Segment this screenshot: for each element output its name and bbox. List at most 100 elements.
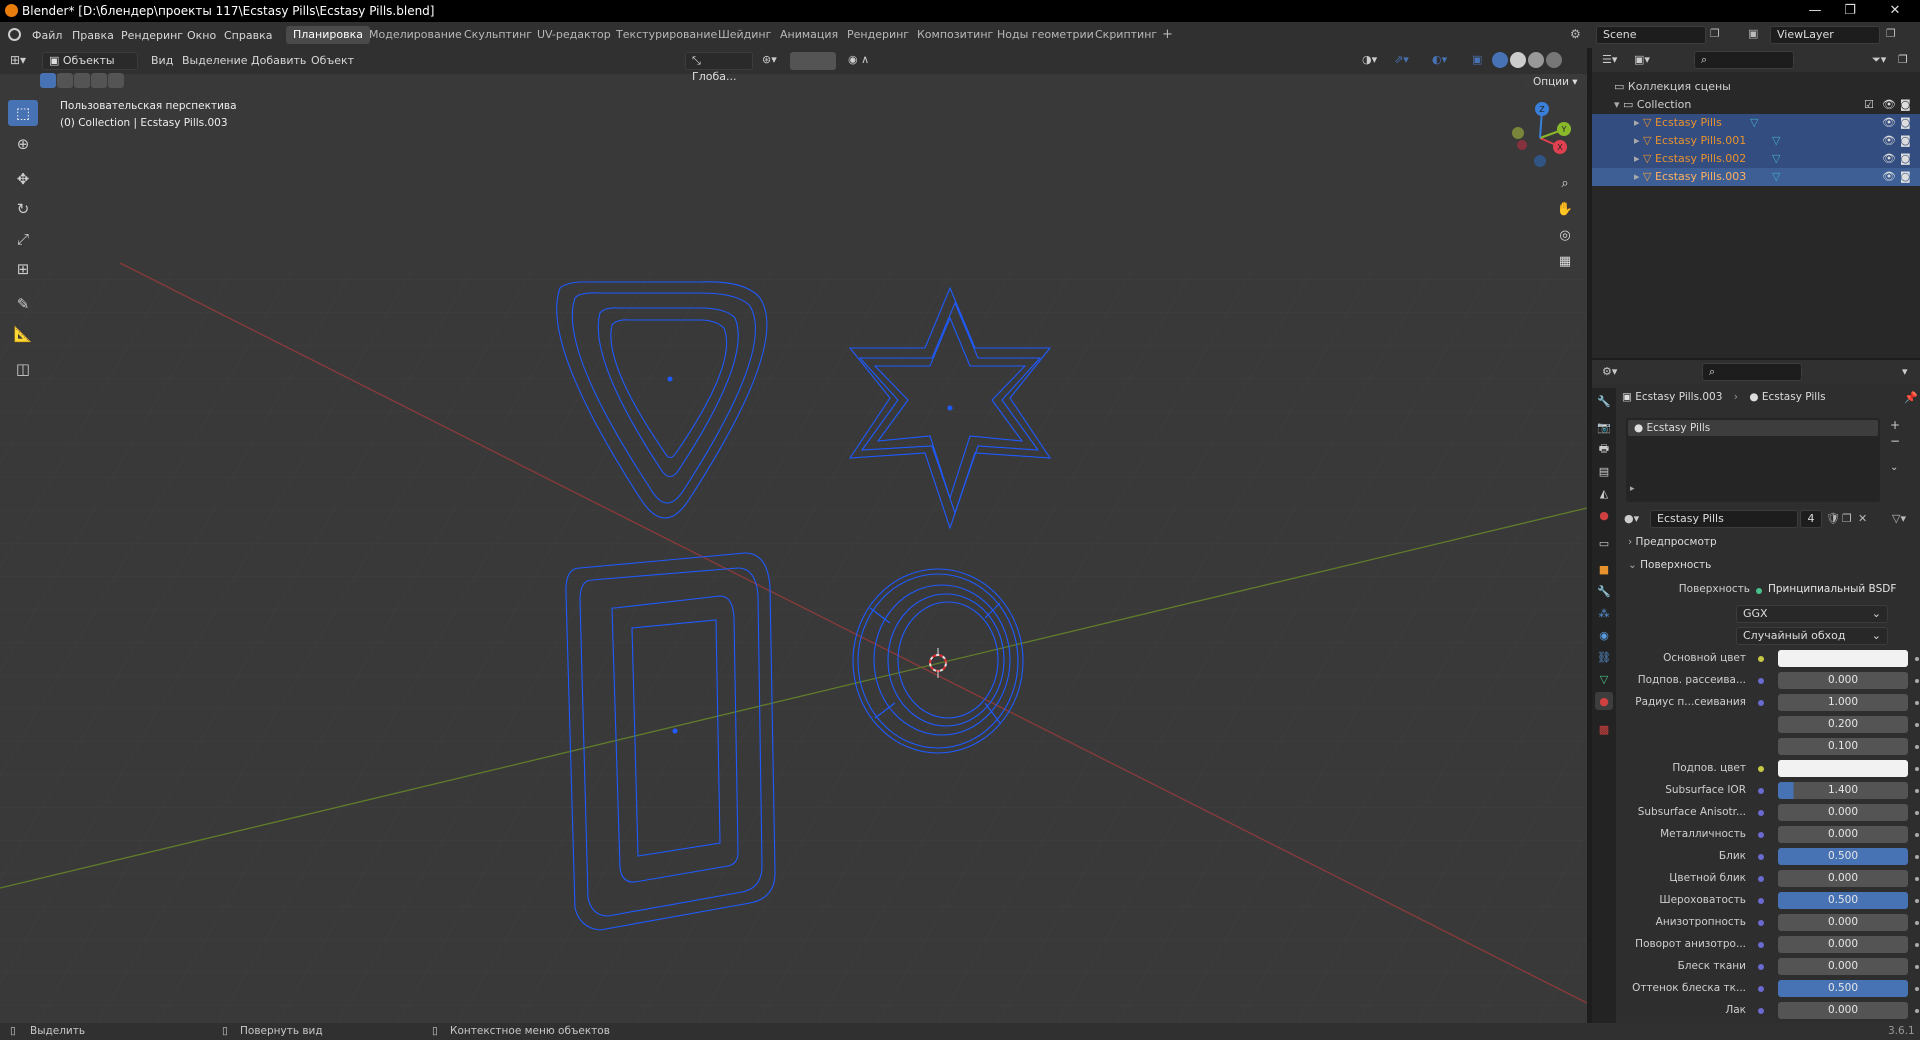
expand-icon[interactable]: ▸ <box>1634 134 1643 147</box>
user-count-badge[interactable]: 4 <box>1800 510 1822 528</box>
outliner-search-input[interactable]: ⌕ <box>1694 51 1794 69</box>
property-value-field[interactable]: 0.100 <box>1778 738 1908 755</box>
solid-shading-icon[interactable] <box>1510 52 1526 68</box>
eye-icon[interactable]: 👁 <box>1882 168 1896 186</box>
tab-compositing[interactable]: Композитинг <box>910 26 1000 44</box>
property-value-field[interactable] <box>1778 760 1908 777</box>
collection-camera-icon[interactable]: ◙ <box>1900 96 1911 114</box>
property-value-field[interactable]: 0.200 <box>1778 716 1908 733</box>
socket-icon[interactable] <box>1758 920 1764 926</box>
expand-slots-icon[interactable]: ▸ <box>1630 484 1635 494</box>
keyframe-dot-icon[interactable] <box>1915 855 1919 859</box>
material-name-field[interactable]: Ecstasy Pills <box>1650 510 1798 528</box>
scene-tab-icon[interactable]: ◭ <box>1595 484 1613 502</box>
close-button[interactable]: ✕ <box>1880 3 1910 18</box>
keyframe-dot-icon[interactable] <box>1915 899 1919 903</box>
socket-icon[interactable] <box>1758 942 1764 948</box>
keyframe-dot-icon[interactable] <box>1915 657 1919 661</box>
socket-icon[interactable] <box>1758 898 1764 904</box>
property-value-field[interactable]: 0.000 <box>1778 958 1908 975</box>
menu-edit[interactable]: Правка <box>72 29 114 42</box>
outliner-editor-icon[interactable]: ☰▾ <box>1602 53 1617 66</box>
material-slot-item[interactable]: ● Ecstasy Pills <box>1628 420 1878 436</box>
tab-scripting[interactable]: Скриптинг <box>1088 26 1164 44</box>
tab-modeling[interactable]: Моделирование <box>362 26 469 44</box>
keyframe-dot-icon[interactable] <box>1915 1009 1919 1013</box>
property-value-field[interactable]: 0.000 <box>1778 870 1908 887</box>
socket-icon[interactable] <box>1758 700 1764 706</box>
keyframe-dot-icon[interactable] <box>1915 745 1919 749</box>
property-value-field[interactable]: 1.400 <box>1778 782 1908 799</box>
property-value-field[interactable]: 0.500 <box>1778 848 1908 865</box>
select-new-icon[interactable] <box>40 73 56 88</box>
view-layer-tab-icon[interactable]: ▤ <box>1595 462 1613 480</box>
keyframe-dot-icon[interactable] <box>1915 767 1919 771</box>
proportional-edit-icon[interactable]: ◉ ∧ <box>848 53 869 66</box>
property-value-field[interactable]: 0.500 <box>1778 980 1908 997</box>
keyframe-dot-icon[interactable] <box>1915 723 1919 727</box>
pan-hand-icon[interactable]: ✋ <box>1554 198 1576 220</box>
pivot-icon[interactable]: ⊛▾ <box>762 53 777 66</box>
camera-view-icon[interactable]: ◎ <box>1554 224 1576 246</box>
tab-animation[interactable]: Анимация <box>773 26 845 44</box>
eye-icon[interactable]: 👁 <box>1882 150 1896 168</box>
property-value-field[interactable]: 0.000 <box>1778 1002 1908 1019</box>
3d-viewport[interactable]: ⊞▾ ▣ Объекты Вид Выделение Добавить Объе… <box>0 48 1587 1023</box>
link-type-icon[interactable]: ▽▾ <box>1892 512 1906 525</box>
collection-eye-icon[interactable]: 👁 <box>1882 96 1896 114</box>
fake-user-icon[interactable]: 🛡 <box>1826 512 1840 525</box>
keyframe-dot-icon[interactable] <box>1915 921 1919 925</box>
gizmo-toggle-icon[interactable]: ⇗▾ <box>1394 53 1409 66</box>
socket-icon[interactable] <box>1758 1008 1764 1014</box>
tab-shading[interactable]: Шейдинг <box>711 26 778 44</box>
keyframe-dot-icon[interactable] <box>1915 943 1919 947</box>
select-intersect-icon[interactable] <box>108 73 124 88</box>
editor-type-icon[interactable]: ⊞▾ <box>10 53 26 67</box>
annotate-tool[interactable]: ✎ <box>8 291 38 317</box>
outliner-item-ecstasy-pills-003[interactable]: ▸ ▽ Ecstasy Pills.003 ▽ 👁 ◙ <box>1592 168 1920 186</box>
transform-orientation[interactable]: ⤡ Глоба... <box>685 52 753 83</box>
keyframe-dot-icon[interactable] <box>1915 811 1919 815</box>
collection-row[interactable]: ▾ ▭ Collection ☑ 👁 ◙ <box>1592 96 1920 114</box>
menu-file[interactable]: Файл <box>32 29 62 42</box>
properties-search-input[interactable]: ⌕ <box>1702 363 1802 381</box>
properties-options-icon[interactable]: ▾ <box>1902 365 1908 378</box>
add-workspace-button[interactable]: + <box>1155 26 1180 44</box>
socket-icon[interactable] <box>1758 656 1764 662</box>
display-mode-icon[interactable]: ▣▾ <box>1634 53 1650 66</box>
collection-tab-icon[interactable]: ▭ <box>1595 534 1613 552</box>
tab-uv-editor[interactable]: UV-редактор <box>530 26 618 44</box>
socket-icon[interactable] <box>1756 588 1762 594</box>
keyframe-dot-icon[interactable] <box>1915 877 1919 881</box>
move-tool[interactable]: ✥ <box>8 166 38 192</box>
socket-icon[interactable] <box>1758 986 1764 992</box>
eye-icon[interactable]: 👁 <box>1882 114 1896 132</box>
camera-icon[interactable]: ◙ <box>1900 132 1911 150</box>
remove-slot-icon[interactable]: − <box>1890 434 1900 448</box>
socket-icon[interactable] <box>1758 876 1764 882</box>
camera-icon[interactable]: ◙ <box>1900 150 1911 168</box>
keyframe-dot-icon[interactable] <box>1915 965 1919 969</box>
panel-preview[interactable]: › Предпросмотр <box>1628 536 1717 548</box>
menu-view[interactable]: Вид <box>151 54 173 67</box>
menu-add[interactable]: Добавить <box>251 54 306 67</box>
property-value-field[interactable]: 0.000 <box>1778 804 1908 821</box>
maximize-button[interactable]: ❐ <box>1835 3 1865 18</box>
panel-surface[interactable]: ⌄ Поверхность <box>1628 559 1711 571</box>
property-value-field[interactable]: 0.000 <box>1778 914 1908 931</box>
tab-sculpting[interactable]: Скульптинг <box>457 26 539 44</box>
subsurface-method-select[interactable]: Случайный обход ⌄ <box>1736 627 1888 645</box>
modifier-tab-icon[interactable]: 🔧 <box>1595 582 1613 600</box>
properties-editor-icon[interactable]: ⚙▾ <box>1602 365 1617 378</box>
measure-tool[interactable]: 📐 <box>8 321 38 347</box>
property-value-field[interactable]: 0.500 <box>1778 892 1908 909</box>
keyframe-dot-icon[interactable] <box>1915 789 1919 793</box>
socket-icon[interactable] <box>1758 810 1764 816</box>
select-subtract-icon[interactable] <box>74 73 90 88</box>
unlink-material-icon[interactable]: ✕ <box>1858 512 1867 525</box>
rotate-tool[interactable]: ↻ <box>8 196 38 222</box>
particles-tab-icon[interactable]: ⁂ <box>1595 604 1613 622</box>
menu-help[interactable]: Справка <box>224 29 272 42</box>
outliner-item-ecstasy-pills[interactable]: ▸ ▽ Ecstasy Pills ▽ 👁 ◙ <box>1592 114 1920 132</box>
xray-toggle-icon[interactable]: ▣ <box>1472 53 1482 66</box>
